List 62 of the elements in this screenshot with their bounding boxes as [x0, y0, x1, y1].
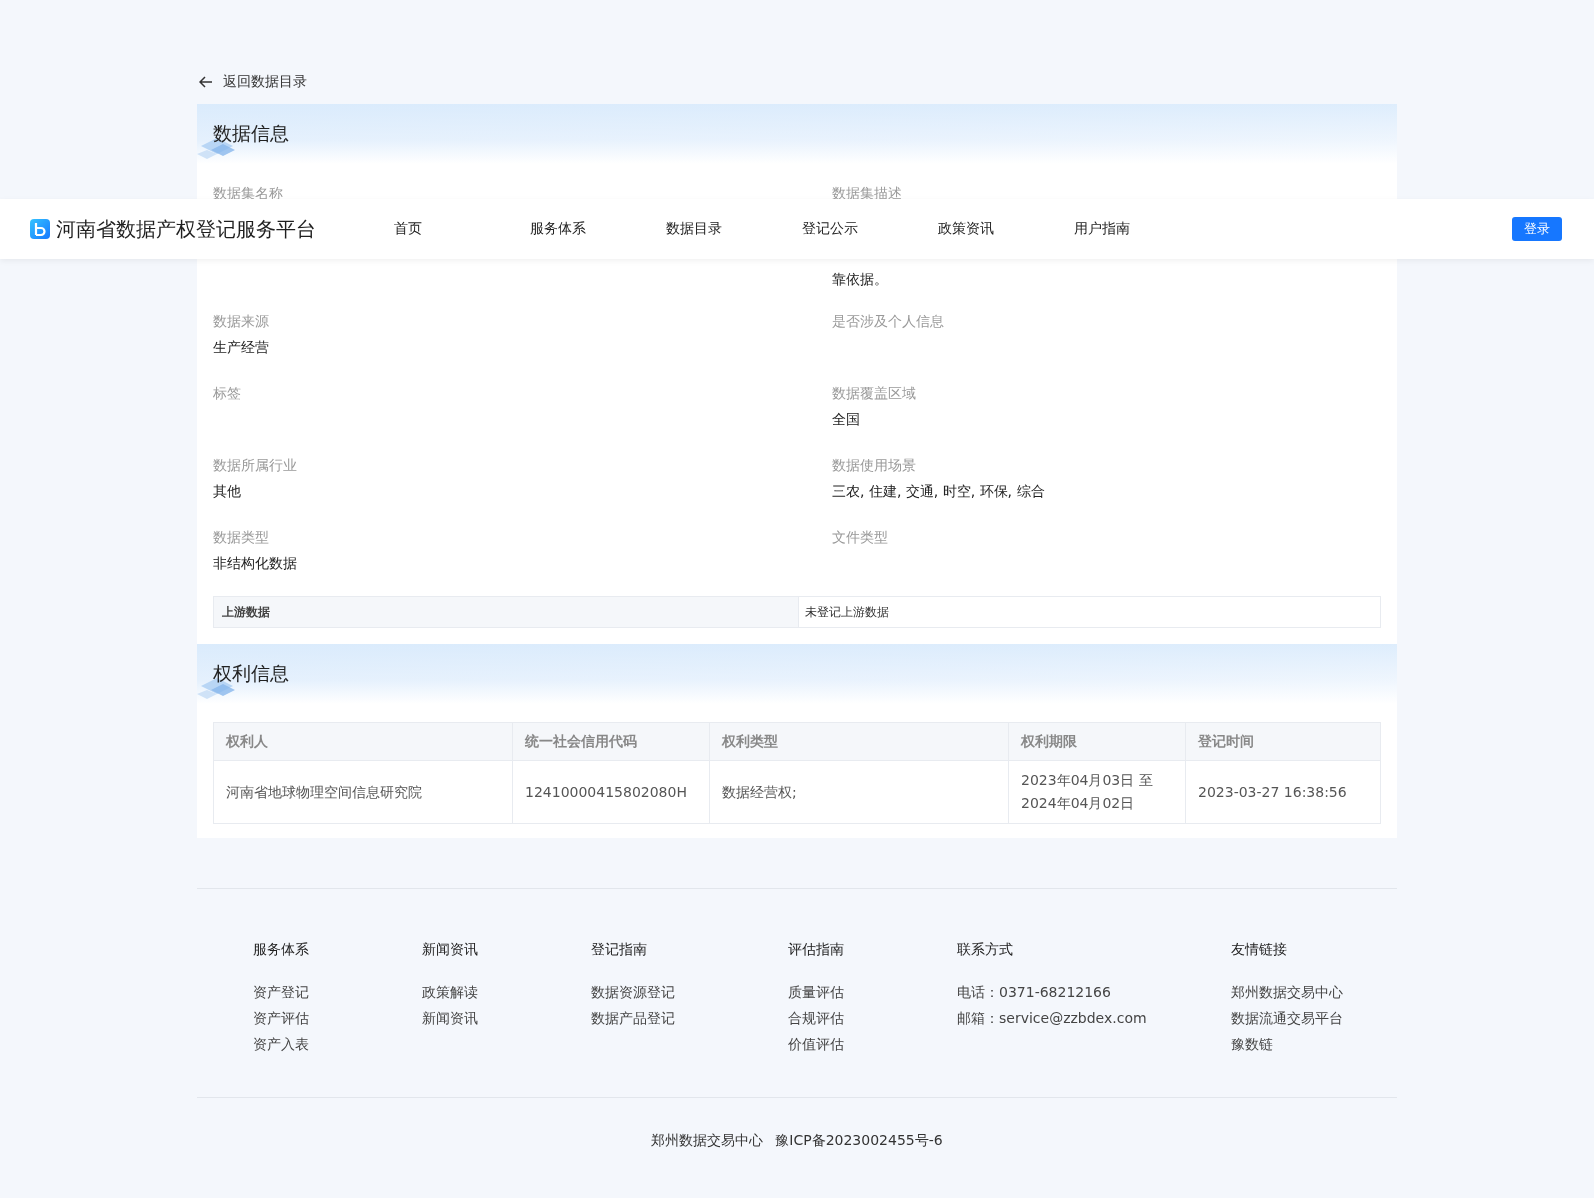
field-label: 数据来源 [213, 312, 270, 331]
footer-link[interactable]: 郑州数据交易中心 [1231, 979, 1397, 1005]
footer-heading: 评估指南 [788, 941, 845, 959]
field-value: 其他 [213, 482, 242, 501]
field-value: 非结构化数据 [213, 554, 298, 573]
field-value: 三农, 住建, 交通, 时空, 环保, 综合 [832, 482, 1046, 501]
column-header: 权利期限 [1008, 722, 1186, 761]
column-header: 权利类型 [709, 722, 1009, 761]
field-value: 靠依据。 [832, 270, 889, 289]
table-cell: 2023-03-27 16:38:56 [1185, 760, 1381, 824]
footer-heading: 服务体系 [253, 941, 310, 959]
footer-heading: 新闻资讯 [422, 941, 479, 959]
footer-link[interactable]: 政策解读 [422, 979, 591, 1005]
arrow-left-icon [199, 76, 213, 88]
footer-link[interactable]: 合规评估 [788, 1005, 957, 1031]
footer-link[interactable]: 邮箱：service@zzbdex.com [957, 1005, 1231, 1031]
table-cell: 2023年04月03日 至 2024年04月02日 [1008, 760, 1186, 824]
footer-link[interactable]: 数据产品登记 [591, 1005, 788, 1031]
footer-link[interactable]: 价值评估 [788, 1031, 957, 1057]
footer-link[interactable]: 质量评估 [788, 979, 957, 1005]
back-link[interactable]: 返回数据目录 [199, 73, 307, 91]
nav-link[interactable]: 政策资讯 [938, 220, 1074, 238]
table-cell: 12410000415802080H [512, 760, 710, 824]
table-cell: 上游数据 [214, 597, 799, 627]
footer-link[interactable]: 新闻资讯 [422, 1005, 591, 1031]
footer-heading: 友情链接 [1231, 941, 1288, 959]
table-cell: 数据经营权; [709, 760, 1009, 824]
field-label: 数据类型 [213, 528, 270, 547]
field-value: 生产经营 [213, 338, 270, 357]
column-header: 统一社会信用代码 [512, 722, 710, 761]
field-label: 标签 [213, 384, 242, 403]
copyright-text: 豫ICP备2023002455号-6 [775, 1132, 943, 1150]
field-label: 数据覆盖区域 [832, 384, 917, 403]
footer-link[interactable]: 数据流通交易平台 [1231, 1005, 1397, 1031]
section-title: 数据信息 [213, 121, 289, 146]
section-title: 权利信息 [213, 661, 289, 686]
table-cell: 河南省地球物理空间信息研究院 [213, 760, 513, 824]
field-label: 数据所属行业 [213, 456, 298, 475]
logo-icon [30, 219, 50, 239]
footer-heading: 联系方式 [957, 941, 1014, 959]
column-header: 登记时间 [1185, 722, 1381, 761]
field-label: 是否涉及个人信息 [832, 312, 945, 331]
nav-link[interactable]: 登记公示 [802, 220, 938, 238]
nav-link[interactable]: 服务体系 [530, 220, 666, 238]
field-value: 全国 [832, 410, 861, 429]
nav-link[interactable]: 用户指南 [1074, 220, 1210, 238]
table-cell-text: 未登记上游数据 [804, 604, 890, 621]
site-title: 河南省数据产权登记服务平台 [56, 215, 316, 243]
footer-link[interactable]: 资产登记 [253, 979, 422, 1005]
footer-link[interactable]: 电话：0371-68212166 [957, 979, 1231, 1005]
copyright-text: 郑州数据交易中心 [651, 1132, 764, 1150]
field-label: 数据使用场景 [832, 456, 917, 475]
footer-link[interactable]: 豫数链 [1231, 1031, 1397, 1057]
footer-link[interactable]: 数据资源登记 [591, 979, 788, 1005]
field-label: 文件类型 [832, 528, 889, 547]
footer-link[interactable]: 资产评估 [253, 1005, 422, 1031]
footer-heading: 登记指南 [591, 941, 648, 959]
login-button[interactable]: 登录 [1512, 217, 1562, 241]
footer-link[interactable]: 资产入表 [253, 1031, 422, 1057]
column-header: 权利人 [213, 722, 513, 761]
nav-link[interactable]: 首页 [394, 220, 530, 238]
nav-link[interactable]: 数据目录 [666, 220, 802, 238]
